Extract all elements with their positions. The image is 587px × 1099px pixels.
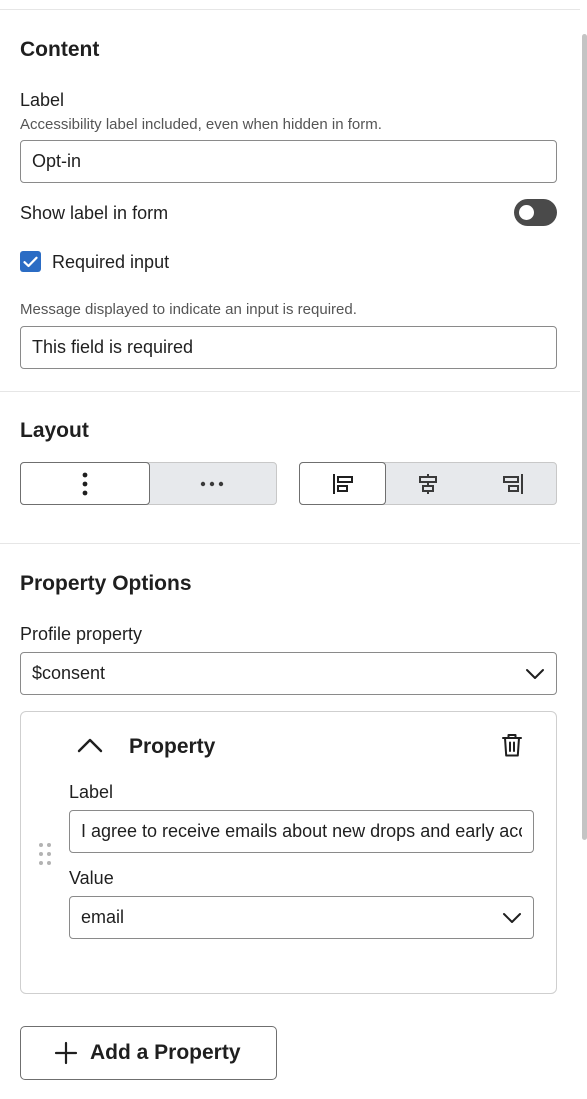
horizontal-dots-icon: [201, 481, 224, 486]
required-message-value: This field is required: [32, 337, 194, 357]
property-options-section-title: Property Options: [20, 572, 192, 595]
property-label-input[interactable]: I agree to receive emails about new drop…: [69, 810, 534, 853]
property-value-selected: email: [81, 907, 125, 927]
property-value-title: Value: [69, 868, 114, 888]
align-center-button[interactable]: [385, 463, 470, 504]
show-label-text: Show label in form: [20, 203, 169, 223]
top-divider: [0, 0, 580, 10]
property-label-title: Label: [69, 782, 114, 802]
align-left-icon: [332, 473, 353, 494]
show-label-toggle[interactable]: [514, 199, 557, 226]
add-property-button[interactable]: Add a Property: [20, 1026, 277, 1080]
align-right-icon: [503, 473, 524, 494]
align-right-button[interactable]: [471, 463, 556, 504]
orientation-segmented-control: [20, 462, 277, 505]
orientation-vertical-button[interactable]: [20, 462, 150, 505]
label-input-value: Opt-in: [32, 151, 82, 171]
chevron-down-icon: [526, 668, 544, 679]
layout-section-title: Layout: [20, 419, 89, 442]
drag-handle[interactable]: [38, 842, 52, 871]
checkmark-icon: [23, 256, 38, 267]
required-input-label[interactable]: Required input: [52, 252, 169, 273]
scrollbar[interactable]: [582, 34, 587, 840]
trash-icon: [502, 734, 522, 757]
collapse-property-button[interactable]: [76, 736, 104, 759]
add-property-label: Add a Property: [90, 1041, 241, 1064]
section-divider: [0, 543, 580, 544]
profile-property-select[interactable]: $consent: [20, 652, 557, 695]
drag-handle-icon: [39, 843, 51, 865]
label-input[interactable]: Opt-in: [20, 140, 557, 183]
property-label-value: I agree to receive emails about new drop…: [81, 821, 522, 841]
required-message-input[interactable]: This field is required: [20, 326, 557, 369]
align-left-button[interactable]: [299, 462, 387, 505]
vertical-dots-icon: [82, 472, 88, 495]
profile-property-label: Profile property: [20, 624, 143, 644]
orientation-horizontal-button[interactable]: [149, 463, 277, 504]
toggle-knob: [519, 205, 534, 220]
required-message-helper: Message displayed to indicate an input i…: [20, 301, 357, 318]
label-field-title: Label: [20, 90, 65, 110]
plus-icon: [54, 1041, 78, 1065]
property-card: Property Label I agree to receive emails…: [20, 711, 557, 994]
label-helper-text: Accessibility label included, even when …: [20, 116, 382, 133]
property-card-title: Property: [129, 735, 216, 758]
content-section-title: Content: [20, 38, 100, 61]
alignment-segmented-control: [299, 462, 557, 505]
delete-property-button[interactable]: [500, 732, 524, 763]
chevron-down-icon: [503, 912, 521, 923]
profile-property-value: $consent: [32, 663, 106, 683]
property-value-select[interactable]: email: [69, 896, 534, 939]
align-center-icon: [418, 473, 437, 494]
required-input-checkbox[interactable]: [20, 251, 41, 272]
chevron-up-icon: [77, 738, 103, 753]
section-divider: [0, 391, 580, 392]
